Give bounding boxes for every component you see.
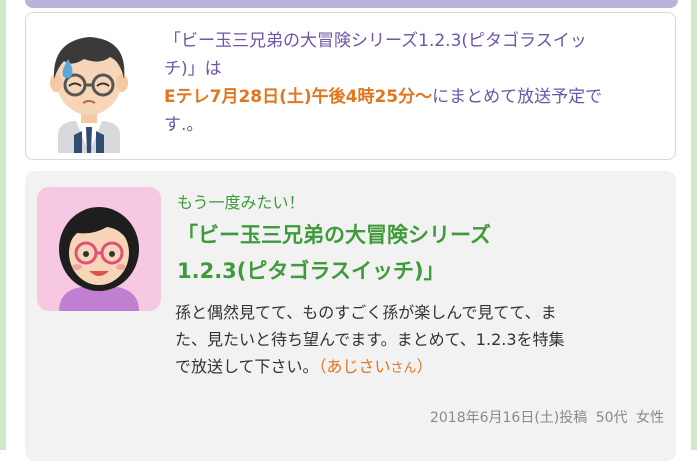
post-date: 2018年6月16日(土)投稿 — [429, 410, 588, 426]
request-title-line-2: 1.2.3(ピタゴラスイッチ)」 — [177, 259, 445, 283]
request-body-line-3: で放送して下さい。（あじさいさん） — [175, 353, 665, 382]
request-title-line-1: 「ビー玉三兄弟の大冒険シリーズ — [177, 223, 491, 247]
answer-line-4: す.。 — [164, 115, 204, 135]
page: 「ビー玉三兄弟の大冒険シリーズ1.2.3(ピタゴラスイッ チ)」は Eテレ7月2… — [0, 0, 697, 461]
request-body-line-3-text: で放送して下さい。 — [175, 357, 319, 376]
answer-line-3: Eテレ7月28日(土)午後4時25分〜にまとめて放送予定で — [164, 83, 654, 111]
left-border — [0, 0, 6, 450]
answer-line-3-rest: にまとめて放送予定で — [432, 87, 603, 107]
author-suffix: さん — [390, 361, 417, 376]
top-header-bar — [25, 0, 678, 8]
answer-line-2: チ)」は — [164, 59, 222, 79]
poster-age: 50代 — [595, 410, 628, 426]
poster-gender: 女性 — [636, 410, 664, 426]
author-close: ） — [416, 357, 433, 376]
request-lead: もう一度みたい！ — [177, 193, 305, 212]
request-meta: 2018年6月16日(土)投稿 50代 女性 — [430, 407, 664, 427]
author-name: （あじさいさん） — [319, 357, 433, 376]
answer-card: 「ビー玉三兄弟の大冒険シリーズ1.2.3(ピタゴラスイッ チ)」は Eテレ7月2… — [25, 12, 676, 160]
request-title: 「ビー玉三兄弟の大冒険シリーズ 1.2.3(ピタゴラスイッチ)」 — [177, 217, 647, 289]
request-body-line-1: 孫と偶然見てて、ものすごく孫が楽しんで見てて、ま — [175, 303, 557, 322]
answer-line-1: 「ビー玉三兄弟の大冒険シリーズ1.2.3(ピタゴラスイッ — [164, 31, 587, 51]
answer-text: 「ビー玉三兄弟の大冒険シリーズ1.2.3(ピタゴラスイッ チ)」は Eテレ7月2… — [164, 27, 654, 139]
worried-man-avatar-icon — [44, 23, 134, 153]
woman-with-glasses-avatar-icon — [37, 187, 161, 311]
right-border — [691, 0, 697, 450]
request-body-line-2: た、見たいと待ち望んでます。まとめて、1.2.3を特集 — [175, 330, 565, 349]
request-card: もう一度みたい！ 「ビー玉三兄弟の大冒険シリーズ 1.2.3(ピタゴラスイッチ)… — [25, 171, 676, 461]
request-body: 孫と偶然見てて、ものすごく孫が楽しんで見てて、ま た、見たいと待ち望んでます。ま… — [175, 299, 665, 382]
author-open: （あじさい — [318, 357, 391, 376]
broadcast-schedule-highlight: Eテレ7月28日(土)午後4時25分〜 — [164, 87, 433, 107]
